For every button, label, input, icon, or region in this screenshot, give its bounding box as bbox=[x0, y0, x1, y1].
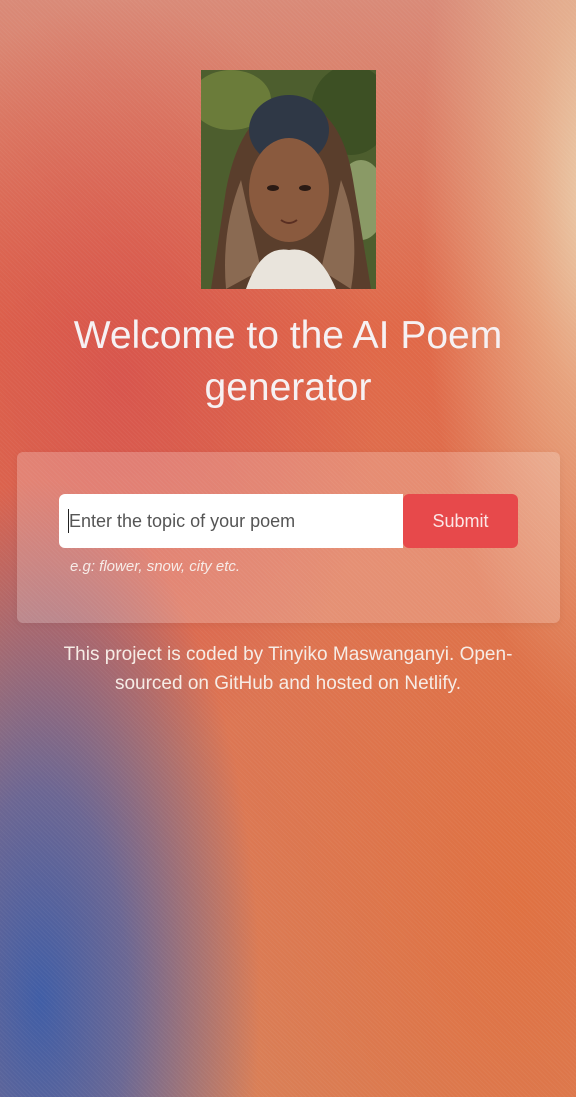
submit-button[interactable]: Submit bbox=[403, 494, 518, 548]
page-container: Welcome to the AI Poem generator Submit … bbox=[0, 0, 576, 1097]
input-hint: e.g: flower, snow, city etc. bbox=[70, 558, 241, 575]
poem-form-card: Submit e.g: flower, snow, city etc. bbox=[17, 452, 560, 623]
page-title: Welcome to the AI Poem generator bbox=[73, 314, 503, 409]
avatar bbox=[201, 70, 376, 289]
text-cursor bbox=[68, 509, 69, 533]
topic-input[interactable] bbox=[59, 494, 403, 548]
footer-credits: This project is coded by Tinyiko Maswang… bbox=[63, 644, 513, 694]
avatar-photo bbox=[201, 70, 376, 289]
